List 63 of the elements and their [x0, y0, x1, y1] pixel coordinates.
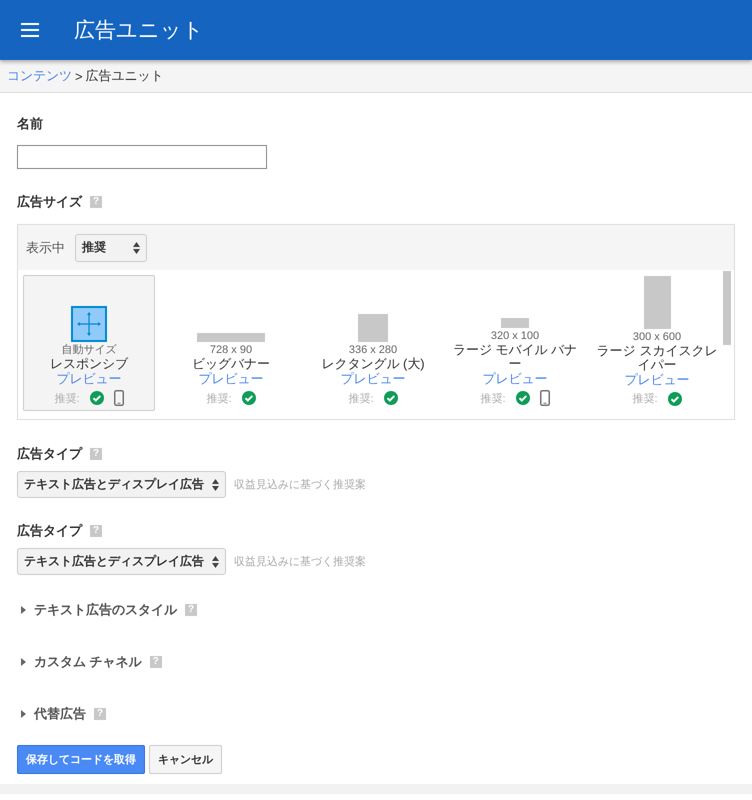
recommended-label: 推奨: [632, 392, 658, 406]
name-input-field[interactable] [17, 145, 267, 169]
preview-link[interactable]: プレビュー [340, 371, 406, 387]
cancel-button[interactable]: キャンセル [149, 745, 222, 774]
preview-link[interactable]: プレビュー [198, 371, 264, 387]
ad-size-card[interactable]: 300 x 600 ラージ スカイスクレイパー プレビュー 推奨: [591, 275, 723, 411]
ad-size-shape [501, 318, 529, 328]
section-title: 代替広告 [34, 705, 86, 723]
section-title: カスタム チャネル [34, 653, 142, 671]
preview-link[interactable]: プレビュー [56, 371, 122, 387]
scrollbar-thumb[interactable] [723, 271, 731, 345]
recommended-label: 推奨: [54, 392, 80, 406]
section-title: テキスト広告のスタイル [34, 601, 177, 619]
ad-size-shape [197, 333, 265, 342]
breadcrumb-separator: > [75, 68, 83, 84]
ad-size-card[interactable]: 自動サイズ レスポンシブ プレビュー 推奨: [23, 275, 155, 411]
recommended-label: 推奨: [348, 392, 374, 406]
collapsible-section[interactable]: テキスト広告のスタイル ? [17, 601, 735, 619]
ad-size-shape [358, 314, 388, 342]
ad-size-shape [644, 276, 670, 329]
preview-link[interactable]: プレビュー [482, 371, 548, 387]
section-label: 広告タイプ [17, 445, 82, 463]
menu-icon[interactable] [20, 22, 40, 38]
size-name: レスポンシブ [49, 357, 130, 371]
recommended-label: 推奨: [480, 392, 506, 406]
stepper-arrows-icon [212, 556, 219, 568]
resize-arrows-icon [71, 306, 107, 342]
ad-size-card[interactable]: 336 x 280 レクタングル (大) プレビュー 推奨: [307, 275, 439, 411]
section-label: 広告タイプ [17, 522, 82, 540]
collapsible-section[interactable]: カスタム チャネル ? [17, 653, 735, 671]
size-text: 300 x 600 [632, 331, 682, 344]
stepper-arrows-icon [212, 478, 219, 490]
section-label: 広告サイズ [17, 193, 82, 211]
ad-type-dropdown[interactable]: テキスト広告とディスプレイ広告 [17, 548, 226, 575]
filter-label: 表示中 [26, 238, 65, 256]
hint-text: 収益見込みに基づく推奨案 [234, 478, 366, 492]
size-text: 320 x 100 [490, 330, 540, 343]
field-label: 名前 [17, 115, 43, 133]
preview-link[interactable]: プレビュー [624, 372, 690, 388]
size-name: レクタングル (大) [320, 357, 426, 371]
check-icon [384, 391, 398, 405]
ad-size-card[interactable]: 728 x 90 ビッグバナー プレビュー 推奨: [165, 275, 297, 411]
check-icon [242, 391, 256, 405]
size-name: ラージ モバイル バナー [452, 343, 578, 371]
size-name: ラージ スカイスクレイパー [596, 344, 718, 372]
ad-type-dropdown[interactable]: テキスト広告とディスプレイ広告 [17, 471, 226, 498]
check-icon [668, 392, 682, 406]
app-title: 広告ユニット [74, 18, 204, 44]
size-text: 728 x 90 [210, 344, 252, 357]
check-icon [90, 391, 104, 405]
check-icon [516, 391, 530, 405]
collapsible-section[interactable]: 代替広告 ? [17, 705, 735, 723]
hint-text: 収益見込みに基づく推奨案 [234, 554, 366, 569]
save-button[interactable]: 保存してコードを取得 [17, 745, 145, 774]
stepper-arrows-icon [133, 242, 140, 254]
breadcrumb-link[interactable]: コンテンツ [7, 67, 72, 85]
size-text: 自動サイズ [62, 344, 116, 357]
size-text: 336 x 280 [348, 344, 398, 357]
recommended-label: 推奨: [206, 392, 232, 406]
filter-dropdown[interactable]: 推奨 [75, 234, 147, 262]
breadcrumb-current: 広告ユニット [86, 67, 164, 85]
size-name: ビッグバナー [191, 357, 271, 371]
ad-size-card[interactable]: 320 x 100 ラージ モバイル バナー プレビュー 推奨: [449, 275, 581, 411]
